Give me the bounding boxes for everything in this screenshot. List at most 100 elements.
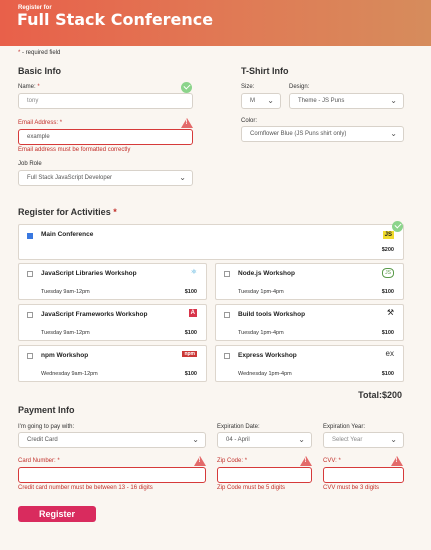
design-label: Design: — [289, 84, 310, 90]
activity-price: $100 — [381, 371, 394, 377]
exp-year-select[interactable]: Select Year ⌄ — [323, 432, 404, 448]
cvv-field[interactable] — [323, 467, 404, 483]
exp-date-value: 04 - April — [226, 437, 250, 443]
email-field[interactable]: example — [18, 129, 193, 145]
cvv-error: CVV must be 3 digits — [323, 485, 380, 491]
activity-checkbox[interactable] — [224, 353, 230, 359]
email-error: Email address must be formatted correctl… — [18, 147, 131, 153]
required-note-text: - required field — [22, 50, 61, 56]
chevron-down-icon: ⌄ — [179, 173, 186, 182]
activity-price: $100 — [381, 330, 394, 336]
card-number-label: Card Number: * — [18, 458, 60, 464]
required-star: * — [18, 50, 21, 56]
activity-time: Tuesday 9am-12pm — [41, 289, 90, 295]
activities-heading: Register for Activities * — [18, 207, 117, 217]
exp-year-value: Select Year — [332, 437, 363, 443]
activity-time: Tuesday 1pm-4pm — [238, 289, 284, 295]
activity-express[interactable]: Express Workshop ex Wednesday 1pm-4pm $1… — [215, 345, 404, 382]
activity-time: Wednesday 1pm-4pm — [238, 371, 292, 377]
email-label: Email Address: * — [18, 120, 63, 126]
basic-info-heading: Basic Info — [18, 66, 62, 76]
tools-icon: ⚒ — [386, 308, 394, 317]
activity-time: Tuesday 1pm-4pm — [238, 330, 284, 336]
activity-time: Wednesday 9am-12pm — [41, 371, 98, 377]
email-warning-icon — [181, 118, 193, 128]
activity-name: Node.js Workshop — [238, 270, 295, 277]
react-icon: ⚛ — [190, 269, 197, 276]
activity-price: $100 — [184, 371, 197, 377]
name-field[interactable]: tony — [18, 93, 193, 109]
card-number-error: Credit card number must be between 13 - … — [18, 485, 153, 491]
chevron-down-icon: ⌄ — [390, 96, 397, 105]
activity-build-tools[interactable]: Build tools Workshop ⚒ Tuesday 1pm-4pm $… — [215, 304, 404, 341]
activity-js-libraries[interactable]: JavaScript Libraries Workshop ⚛ Tuesday … — [18, 263, 207, 300]
activity-nodejs[interactable]: Node.js Workshop JS Tuesday 1pm-4pm $100 — [215, 263, 404, 300]
activity-name: JavaScript Libraries Workshop — [41, 270, 137, 277]
chevron-down-icon: ⌄ — [267, 96, 274, 105]
activity-name: JavaScript Frameworks Workshop — [41, 311, 148, 318]
color-label: Color: — [241, 118, 258, 124]
payment-method-label: I'm going to pay with: — [18, 424, 75, 430]
zip-warning-icon — [300, 456, 312, 466]
activity-time: Tuesday 9am-12pm — [41, 330, 90, 336]
activity-js-frameworks[interactable]: JavaScript Frameworks Workshop A Tuesday… — [18, 304, 207, 341]
payment-heading: Payment Info — [18, 405, 75, 415]
zip-error: Zip Code must be 5 digits — [217, 485, 286, 491]
activities-valid-icon — [392, 221, 403, 232]
name-label: Name: * — [18, 84, 40, 90]
job-role-value: Full Stack JavaScript Developer — [27, 175, 113, 181]
design-value: Theme - JS Puns — [298, 98, 345, 104]
payment-method-value: Credit Card — [27, 437, 58, 443]
activity-name: npm Workshop — [41, 352, 89, 359]
activity-checkbox[interactable] — [224, 271, 230, 277]
exp-date-select[interactable]: 04 - April ⌄ — [217, 432, 312, 448]
name-valid-icon — [181, 82, 192, 93]
register-button[interactable]: Register — [18, 506, 96, 522]
cvv-label: CVV: * — [323, 458, 341, 464]
activity-name: Express Workshop — [238, 352, 297, 359]
job-role-label: Job Role — [18, 161, 42, 167]
size-select[interactable]: M ⌄ — [241, 93, 281, 109]
angular-icon: A — [188, 309, 197, 317]
main-conference-checkbox[interactable] — [27, 233, 33, 239]
express-icon: ex — [385, 349, 394, 358]
activity-price: $100 — [381, 289, 394, 295]
card-number-field[interactable] — [18, 467, 206, 483]
color-value: Cornflower Blue (JS Puns shirt only) — [250, 131, 347, 137]
npm-icon: npm — [182, 351, 197, 357]
chevron-down-icon: ⌄ — [192, 435, 199, 444]
exp-year-label: Expiration Year: — [323, 424, 366, 430]
size-value: M — [250, 98, 255, 104]
activity-checkbox[interactable] — [27, 353, 33, 359]
activity-npm[interactable]: npm Workshop npm Wednesday 9am-12pm $100 — [18, 345, 207, 382]
activity-checkbox[interactable] — [27, 271, 33, 277]
activity-checkbox[interactable] — [27, 312, 33, 318]
design-select[interactable]: Theme - JS Puns ⌄ — [289, 93, 404, 109]
page-header: Register for Full Stack Conference — [0, 0, 431, 46]
chevron-down-icon: ⌄ — [298, 435, 305, 444]
total-cost: Total:$200 — [358, 390, 402, 400]
activity-name: Main Conference — [41, 231, 94, 238]
chevron-down-icon: ⌄ — [390, 129, 397, 138]
activity-main-conference[interactable]: Main Conference JS $200 — [18, 224, 404, 260]
activity-price: $100 — [184, 289, 197, 295]
tshirt-heading: T-Shirt Info — [241, 66, 289, 76]
activity-price: $100 — [184, 330, 197, 336]
nodejs-icon: JS — [382, 268, 394, 278]
payment-method-select[interactable]: Credit Card ⌄ — [18, 432, 206, 448]
size-label: Size: — [241, 84, 255, 90]
zip-field[interactable] — [217, 467, 312, 483]
chevron-down-icon: ⌄ — [390, 435, 397, 444]
page-title: Full Stack Conference — [17, 10, 214, 29]
activity-price: $200 — [381, 247, 394, 253]
zip-label: Zip Code: * — [217, 458, 248, 464]
activity-checkbox[interactable] — [224, 312, 230, 318]
exp-date-label: Expiration Date: — [217, 424, 260, 430]
cvv-warning-icon — [391, 456, 403, 466]
required-note: * - required field — [18, 50, 60, 56]
activity-name: Build tools Workshop — [238, 311, 306, 318]
card-warning-icon — [194, 456, 206, 466]
javascript-icon: JS — [382, 231, 394, 239]
color-select[interactable]: Cornflower Blue (JS Puns shirt only) ⌄ — [241, 126, 404, 142]
job-role-select[interactable]: Full Stack JavaScript Developer ⌄ — [18, 170, 193, 186]
